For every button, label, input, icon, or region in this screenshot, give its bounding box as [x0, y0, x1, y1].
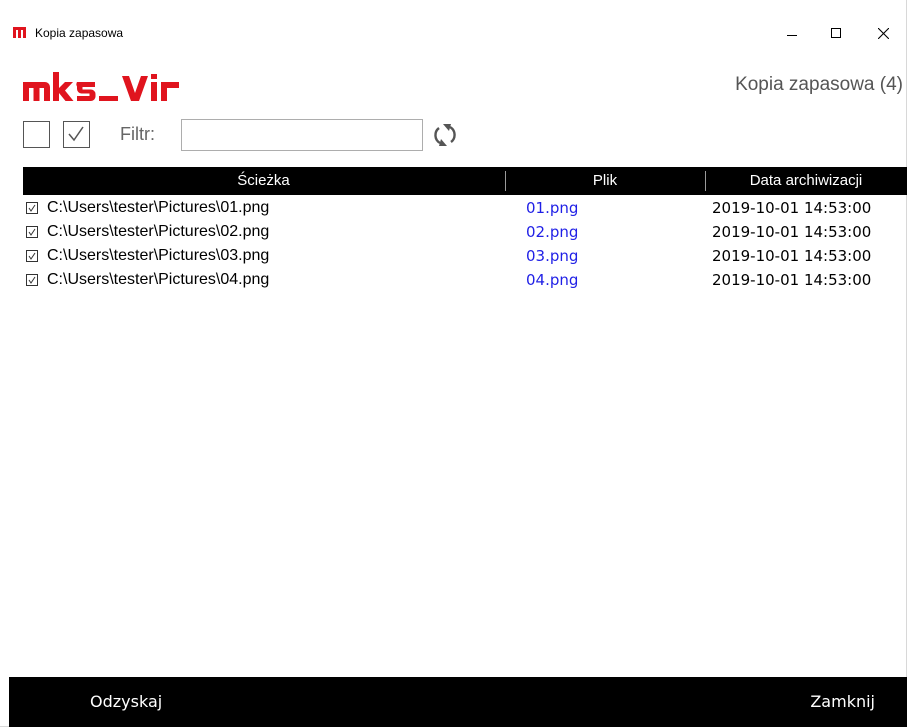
backup-window: Kopia zapasowa Kopia zapasowa (4) Filtr:… — [0, 0, 907, 727]
maximize-button[interactable] — [814, 14, 860, 54]
row-file-link[interactable]: 03.png — [526, 247, 578, 265]
row-file-link[interactable]: 02.png — [526, 223, 578, 241]
app-logo-icon — [13, 27, 26, 38]
title-bar[interactable]: Kopia zapasowa — [0, 14, 906, 54]
filter-input[interactable] — [181, 119, 423, 151]
row-date: 2019-10-01 14:53:00 — [712, 247, 872, 265]
checkmark-icon — [28, 252, 36, 260]
refresh-icon[interactable] — [431, 121, 459, 149]
column-header-file[interactable]: Plik — [506, 167, 704, 195]
table-row[interactable]: C:\Users\tester\Pictures\02.png 02.png 2… — [26, 222, 906, 246]
close-icon — [878, 28, 889, 39]
page-title: Kopia zapasowa (4) — [735, 74, 903, 95]
row-path: C:\Users\tester\Pictures\01.png — [47, 199, 270, 216]
row-date: 2019-10-01 14:53:00 — [712, 223, 872, 241]
row-file-link[interactable]: 04.png — [526, 271, 578, 289]
table-row[interactable]: C:\Users\tester\Pictures\03.png 03.png 2… — [26, 246, 906, 270]
row-checkbox[interactable] — [26, 250, 38, 262]
checkmark-icon — [28, 276, 36, 284]
table-row[interactable]: C:\Users\tester\Pictures\04.png 04.png 2… — [26, 270, 906, 294]
backup-file-list: C:\Users\tester\Pictures\01.png 01.png 2… — [26, 198, 906, 294]
minimize-button[interactable] — [768, 14, 814, 54]
deselect-all-checkbox[interactable] — [23, 121, 50, 148]
brand-logo — [23, 72, 179, 101]
checkmark-icon — [68, 126, 84, 142]
footer-bar: Odzyskaj Zamknij — [9, 677, 907, 727]
row-checkbox[interactable] — [26, 226, 38, 238]
row-checkbox[interactable] — [26, 274, 38, 286]
row-path: C:\Users\tester\Pictures\03.png — [47, 247, 270, 264]
recover-button[interactable]: Odzyskaj — [90, 677, 162, 727]
checkmark-icon — [28, 228, 36, 236]
select-all-checkbox[interactable] — [63, 121, 90, 148]
row-checkbox[interactable] — [26, 202, 38, 214]
row-path: C:\Users\tester\Pictures\02.png — [47, 223, 270, 240]
checkmark-icon — [28, 204, 36, 212]
close-window-button[interactable] — [860, 14, 906, 54]
row-file-link[interactable]: 01.png — [526, 199, 578, 217]
close-button[interactable]: Zamknij — [810, 677, 875, 727]
table-row[interactable]: C:\Users\tester\Pictures\01.png 01.png 2… — [26, 198, 906, 222]
column-header-date[interactable]: Data archiwizacji — [706, 167, 906, 195]
filter-label: Filtr: — [120, 124, 155, 144]
window-title: Kopia zapasowa — [35, 26, 124, 40]
row-date: 2019-10-01 14:53:00 — [712, 199, 872, 217]
row-date: 2019-10-01 14:53:00 — [712, 271, 872, 289]
table-header: Ścieżka Plik Data archiwizacji — [23, 167, 907, 195]
column-header-path[interactable]: Ścieżka — [23, 167, 504, 195]
row-path: C:\Users\tester\Pictures\04.png — [47, 271, 270, 288]
